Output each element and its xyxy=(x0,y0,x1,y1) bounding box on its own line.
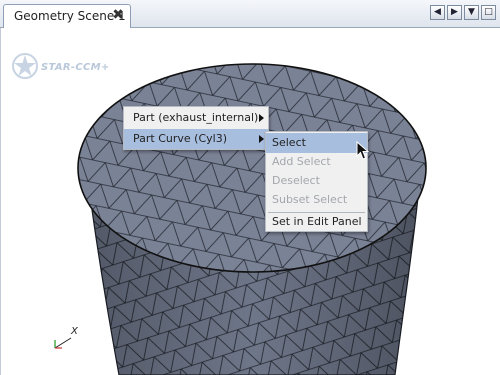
graphics-viewport[interactable]: STAR-CCM+ X xyxy=(0,28,500,375)
menu-item-part[interactable]: Part (exhaust_internal) xyxy=(124,108,268,128)
menu-item-deselect: Deselect xyxy=(272,174,320,187)
maximize-button[interactable]: □ xyxy=(481,5,496,20)
previous-tab-button[interactable]: ◀ xyxy=(430,5,445,20)
scene-tab-bar: Geometry Scene 1 ✖ ◀ ▶ ▼ □ xyxy=(0,0,500,28)
submenu-arrow-icon xyxy=(259,135,264,143)
tab-navigation: ◀ ▶ ▼ □ xyxy=(430,5,496,20)
tab-list-button[interactable]: ▼ xyxy=(464,5,479,20)
x-axis-label: X xyxy=(71,326,78,337)
menu-item-subset-select: Subset Select xyxy=(272,193,348,206)
tab-label: Geometry Scene 1 xyxy=(14,9,126,23)
next-tab-button[interactable]: ▶ xyxy=(447,5,462,20)
submenu-arrow-icon xyxy=(259,114,264,122)
menu-item-part-curve-label: Part Curve (Cyl3) xyxy=(133,132,227,145)
menu-item-set-in-edit-panel[interactable]: Set in Edit Panel xyxy=(266,212,367,232)
cylinder-top-face xyxy=(77,63,427,273)
menu-item-add-select: Add Select xyxy=(272,155,331,168)
part-curve-submenu: Select Add Select Deselect Subset Select… xyxy=(265,131,368,232)
tab-geometry-scene[interactable]: Geometry Scene 1 ✖ xyxy=(3,4,131,28)
context-menu: Part (exhaust_internal) Part Curve (Cyl3… xyxy=(123,106,269,150)
menu-item-part-label: Part (exhaust_internal) xyxy=(133,111,259,124)
menu-item-select[interactable]: Select xyxy=(266,133,367,153)
close-icon[interactable]: ✖ xyxy=(112,7,124,23)
mouse-pointer-icon xyxy=(356,141,370,160)
axis-triad-icon xyxy=(54,337,72,349)
axis-triad: X xyxy=(49,326,89,356)
menu-item-part-curve[interactable]: Part Curve (Cyl3) xyxy=(124,129,268,149)
cylinder-mesh-model[interactable] xyxy=(1,28,500,375)
